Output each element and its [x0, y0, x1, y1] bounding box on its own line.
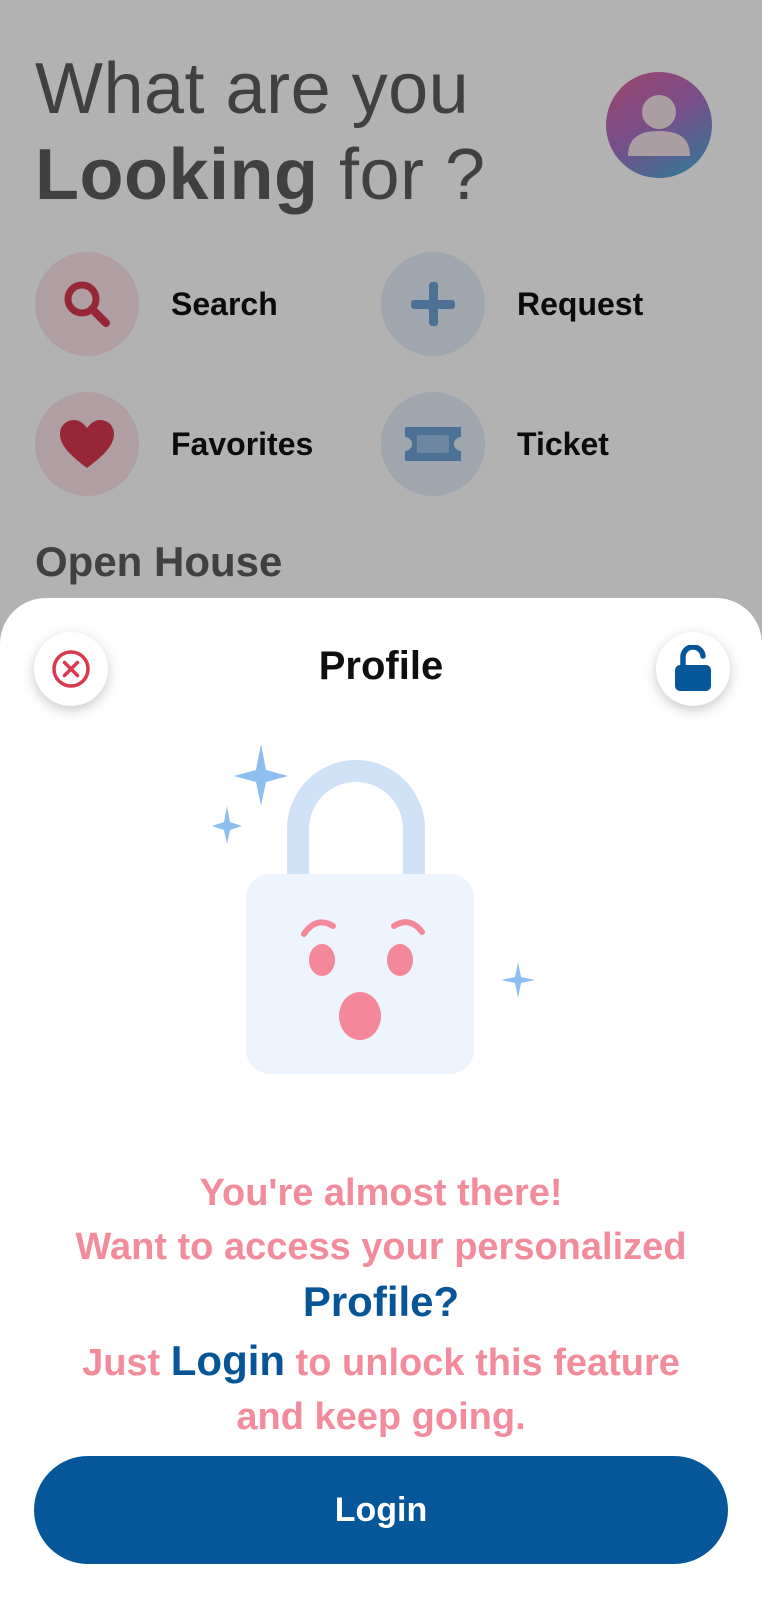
message-line5: and keep going.	[236, 1396, 526, 1438]
login-prompt-message: You're almost there! Want to access your…	[20, 1166, 742, 1444]
sparkle-icon	[234, 744, 288, 806]
sparkle-icon	[501, 962, 535, 998]
message-line4-pre: Just	[82, 1342, 171, 1384]
sparkle-icon	[212, 806, 242, 844]
unlock-icon	[675, 645, 711, 691]
profile-login-sheet: Profile You're almost there! Want to acc…	[0, 598, 762, 1600]
message-line3: Profile?	[302, 1278, 460, 1325]
unlock-button[interactable]	[656, 632, 730, 706]
message-line4: Just Login to unlock this feature	[20, 1334, 742, 1390]
message-line2: Want to access your personalized	[75, 1226, 687, 1268]
message-login-word: Login	[170, 1337, 286, 1384]
message-line4-post: to unlock this feature	[285, 1342, 680, 1384]
sheet-title: Profile	[318, 644, 444, 688]
lock-illustration	[212, 744, 535, 1074]
message-line1: You're almost there!	[199, 1172, 563, 1214]
login-button[interactable]: Login	[34, 1456, 728, 1564]
